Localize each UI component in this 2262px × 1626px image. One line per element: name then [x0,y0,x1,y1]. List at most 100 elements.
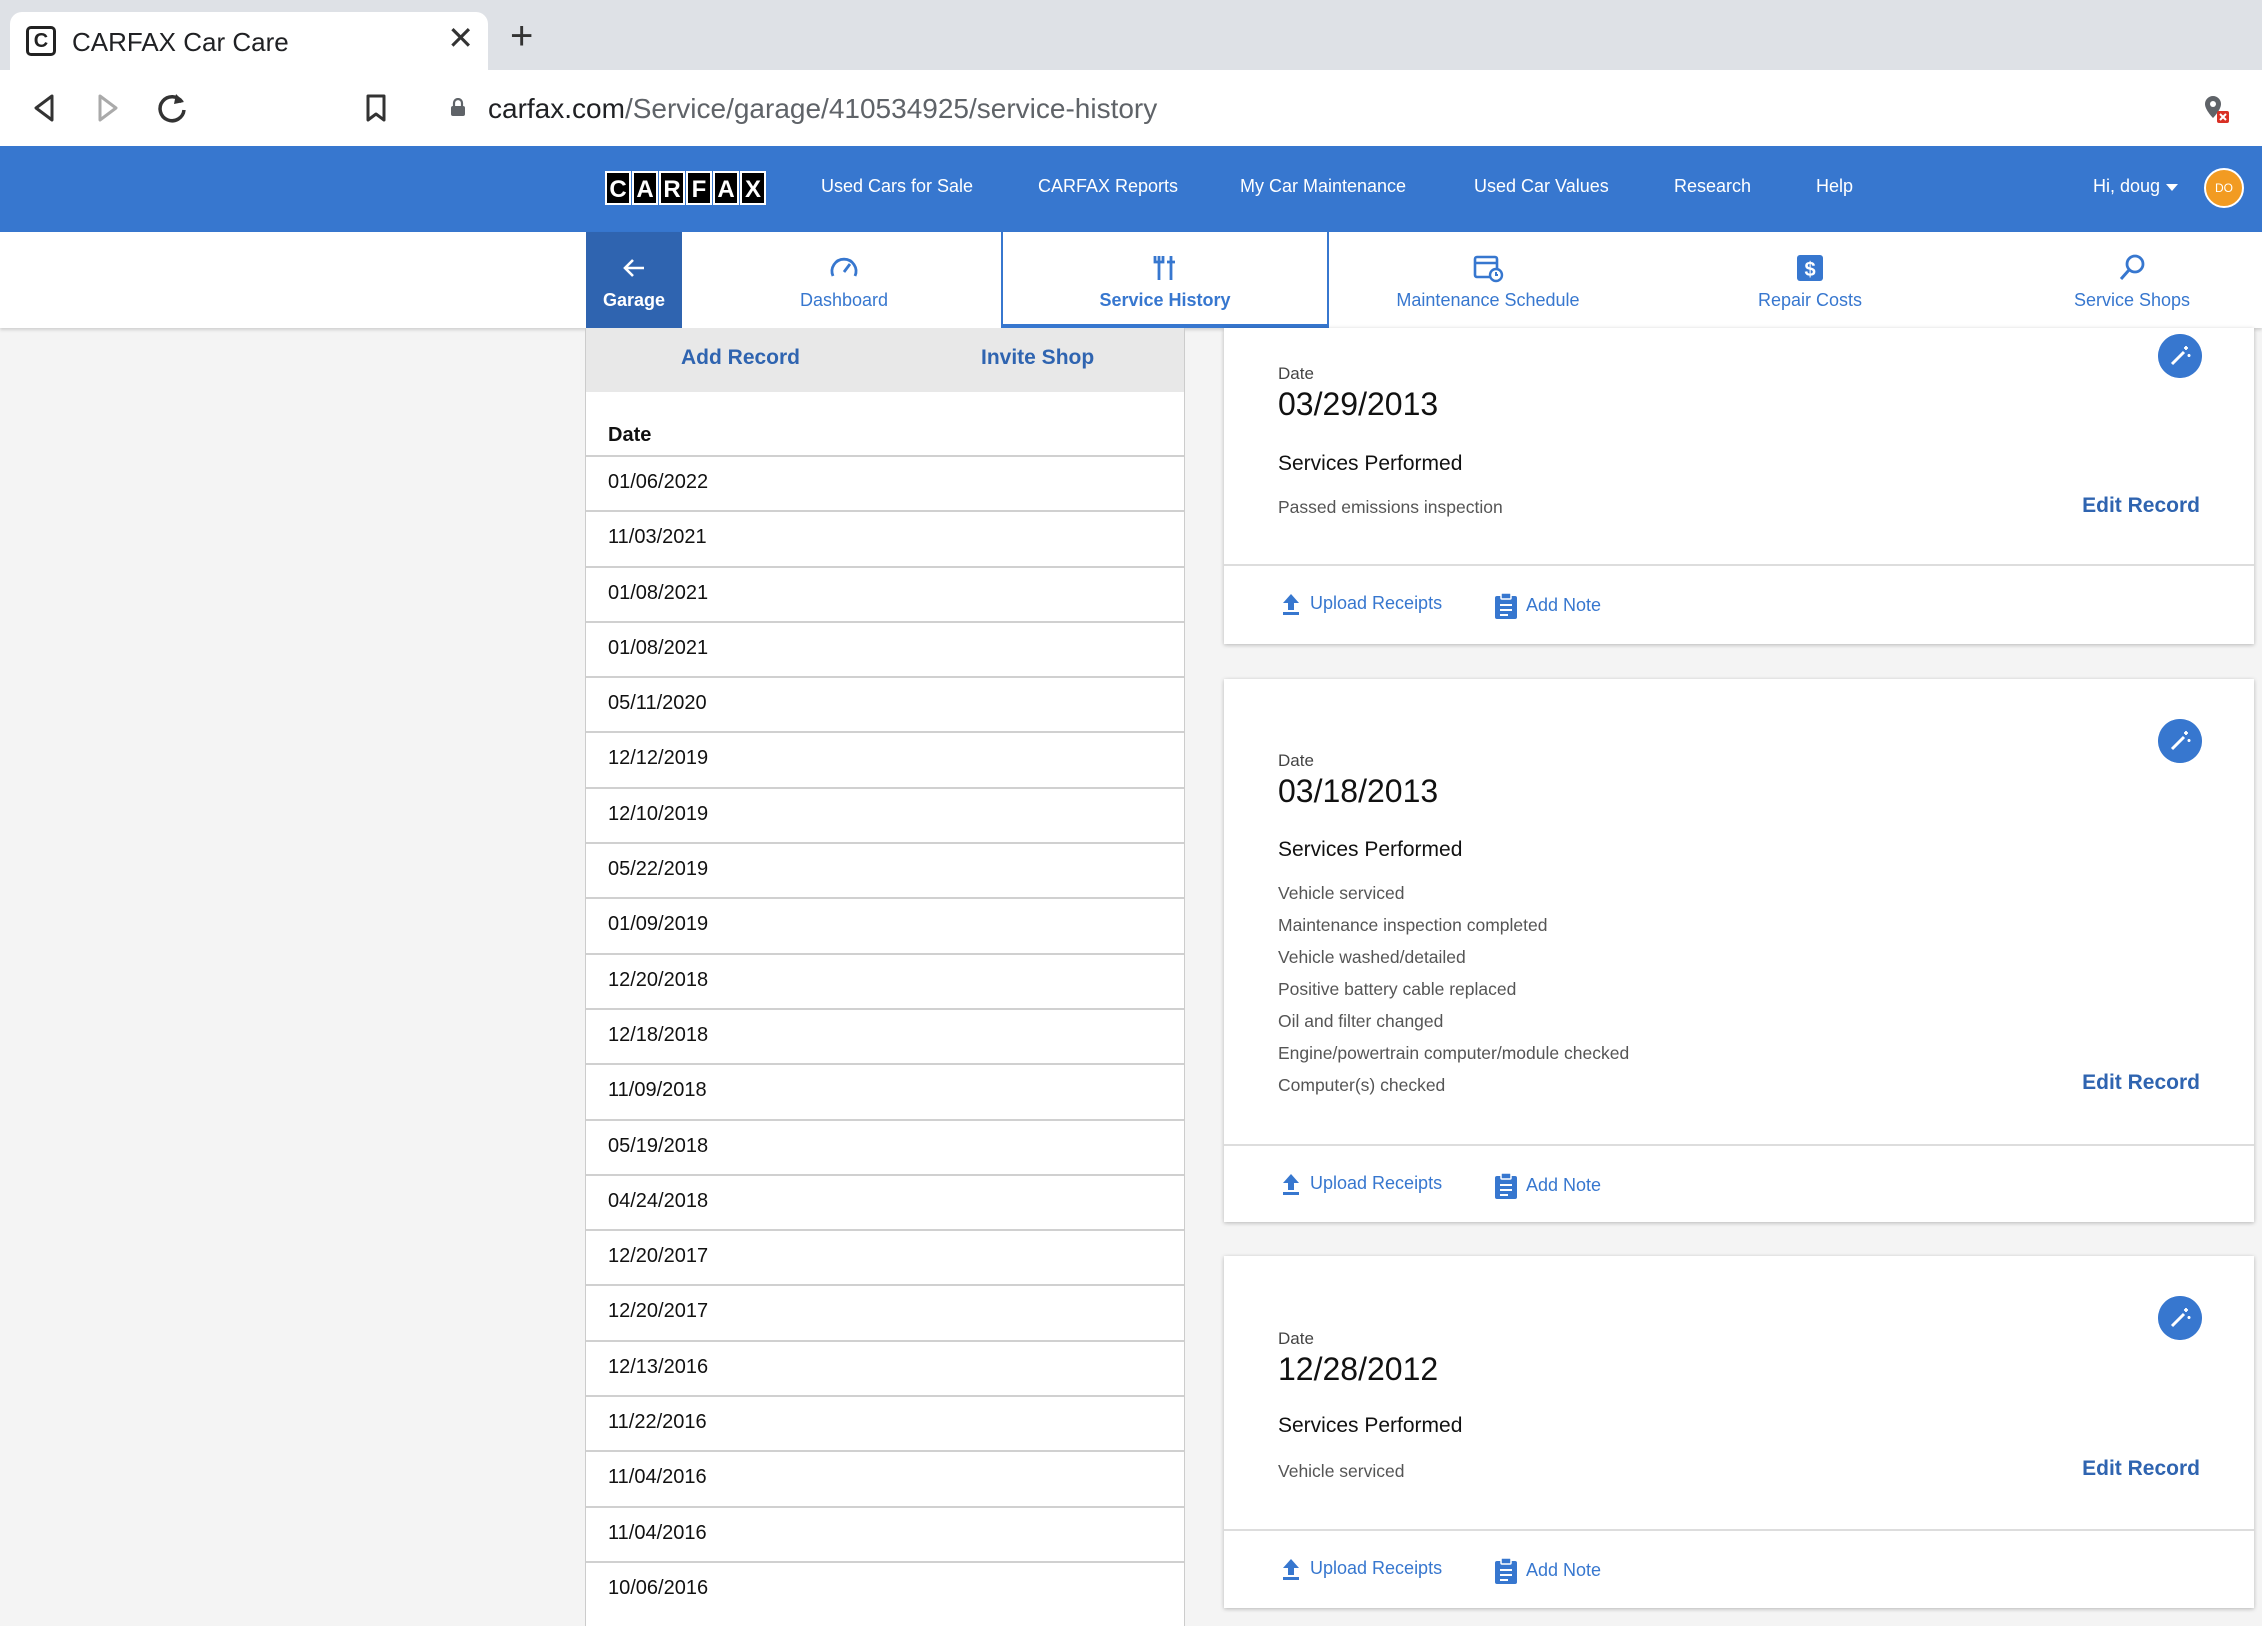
date-list-item[interactable]: 11/22/2016 [586,1395,1184,1450]
invite-shop-button[interactable]: Invite Shop [981,346,1094,370]
carfax-logo[interactable]: C A R F A X [605,171,767,205]
bookmark-icon[interactable] [356,88,396,128]
clipboard-icon [1495,592,1517,619]
edit-record-link[interactable]: Edit Record [2082,494,2200,518]
tab-dashboard[interactable]: Dashboard [720,232,968,328]
carfax-favicon-icon: C [26,26,56,56]
avatar[interactable]: DO [2204,168,2244,208]
tab-service-shops[interactable]: Service Shops [2032,232,2232,328]
date-list-item[interactable]: 05/22/2019 [586,842,1184,897]
browser-toolbar: carfax.com/Service/garage/410534925/serv… [0,70,2262,146]
service-item: Vehicle serviced [1278,1461,1405,1481]
date-list-item[interactable]: 12/20/2017 [586,1284,1184,1339]
magic-wand-icon[interactable] [2158,334,2202,378]
tab-label: Dashboard [799,290,889,310]
tab-maintenance-schedule[interactable]: Maintenance Schedule [1359,232,1617,328]
date-list-item[interactable]: 12/20/2018 [586,952,1184,1008]
card-footer: Upload Receipts Add Note [1224,564,2254,642]
upload-receipts-button[interactable]: Upload Receipts [1280,1172,1442,1196]
edit-record-link[interactable]: Edit Record [2082,1457,2200,1481]
add-note-button[interactable]: Add Note [1494,592,1601,620]
upload-receipts-label: Upload Receipts [1310,1172,1443,1193]
tab-garage[interactable]: Garage [586,232,682,328]
date-list-item[interactable]: 11/03/2021 [586,510,1184,565]
magic-wand-icon[interactable] [2158,1296,2202,1340]
date-list-item[interactable]: 01/09/2019 [586,897,1184,952]
clipboard-icon [1495,1557,1517,1584]
date-list-item[interactable]: 12/13/2016 [586,1339,1184,1395]
garage-subnav: Garage Dashboard Service History Mainten… [0,232,2262,328]
upload-receipts-button[interactable]: Upload Receipts [1280,1557,1442,1581]
svg-text:$: $ [1804,259,1815,281]
date-list-item[interactable]: 04/24/2018 [586,1173,1184,1229]
services-performed-heading: Services Performed [1278,1414,1463,1437]
add-note-button[interactable]: Add Note [1494,1172,1601,1200]
reload-icon[interactable] [152,88,192,128]
browser-tab[interactable]: C CARFAX Car Care ✕ [10,12,488,70]
record-action-bar: Add Record Invite Shop [586,328,1184,392]
upload-icon [1283,594,1299,615]
service-item: Vehicle serviced [1278,883,1405,903]
date-list-item[interactable]: 11/04/2016 [586,1505,1184,1561]
tab-close-icon[interactable]: ✕ [447,22,474,54]
date-list-item[interactable]: 05/11/2020 [586,676,1184,731]
date-list-item[interactable]: 01/06/2022 [586,455,1184,510]
logo-letter: X [740,171,766,205]
nav-used-car-values[interactable]: Used Car Values [1474,176,1609,197]
new-tab-button[interactable]: + [510,16,533,56]
logo-letter: C [605,171,631,205]
add-note-button[interactable]: Add Note [1494,1557,1601,1585]
user-greeting[interactable]: Hi, doug [2093,176,2160,197]
date-list-item[interactable]: 11/04/2016 [586,1450,1184,1505]
upload-icon [1283,1559,1299,1580]
logo-letter: A [713,171,739,205]
services-performed-heading: Services Performed [1278,452,1463,475]
service-date-panel: Add Record Invite Shop Date 01/06/2022 1… [585,328,1185,1626]
logo-letter: A [632,171,658,205]
date-label: Date [1278,364,1314,383]
url-text[interactable]: carfax.com/Service/garage/410534925/serv… [488,93,1157,125]
speedometer-icon [830,257,858,277]
service-item: Positive battery cable replaced [1278,979,1517,999]
site-header: C A R F A X Used Cars for Sale CARFAX Re… [0,146,2262,232]
date-list-item[interactable]: 10/06/2016 [586,1560,1184,1616]
nav-help[interactable]: Help [1816,176,1853,197]
edit-record-link[interactable]: Edit Record [2082,1071,2200,1095]
nav-carfax-reports[interactable]: CARFAX Reports [1038,176,1178,197]
service-record-card: Date 12/28/2012 Services Performed Vehic… [1224,1256,2254,1608]
date-list-item[interactable]: 11/09/2018 [586,1063,1184,1118]
url-path: /Service/garage/410534925/service-histor… [624,93,1158,124]
back-icon[interactable] [24,88,64,128]
search-icon [2119,254,2145,280]
tab-repair-costs[interactable]: $ Repair Costs [1710,232,1910,328]
date-label: Date [1278,1329,1314,1348]
calendar-clock-icon [1473,255,1504,283]
date-list-item[interactable]: 12/12/2019 [586,731,1184,786]
tab-title: CARFAX Car Care [72,27,289,57]
upload-receipts-label: Upload Receipts [1310,1557,1443,1578]
chevron-down-icon[interactable] [2166,184,2178,191]
tab-service-history[interactable]: Service History [1001,232,1329,328]
location-blocked-icon[interactable] [2200,94,2230,124]
nav-research[interactable]: Research [1674,176,1751,197]
upload-receipts-button[interactable]: Upload Receipts [1280,592,1442,616]
date-list: 01/06/2022 11/03/2021 01/08/2021 01/08/2… [586,455,1184,1616]
add-note-label: Add Note [1526,594,1602,615]
add-record-button[interactable]: Add Record [681,346,800,370]
services-list: Vehicle serviced [1278,1455,1404,1487]
nav-used-cars-for-sale[interactable]: Used Cars for Sale [821,176,973,197]
date-list-item[interactable]: 12/18/2018 [586,1007,1184,1063]
forward-icon[interactable] [88,88,128,128]
address-bar[interactable]: carfax.com/Service/garage/410534925/serv… [420,80,2258,136]
card-footer: Upload Receipts Add Note [1224,1144,2254,1222]
dollar-icon: $ [1797,255,1823,281]
magic-wand-icon[interactable] [2158,719,2202,763]
date-list-item[interactable]: 01/08/2021 [586,565,1184,621]
lock-icon [451,98,465,116]
date-list-item[interactable]: 05/19/2018 [586,1118,1184,1174]
services-performed-heading: Services Performed [1278,838,1463,861]
date-list-item[interactable]: 01/08/2021 [586,620,1184,676]
date-list-item[interactable]: 12/20/2017 [586,1229,1184,1284]
date-list-item[interactable]: 12/10/2019 [586,786,1184,842]
nav-my-car-maintenance[interactable]: My Car Maintenance [1240,176,1406,197]
